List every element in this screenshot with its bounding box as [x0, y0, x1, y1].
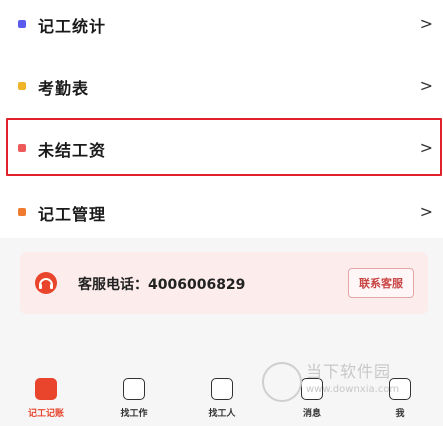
- bullet-icon: [18, 82, 26, 90]
- watermark-logo-icon: [262, 362, 302, 402]
- briefcase-icon: [123, 378, 145, 400]
- menu-item-label: 记工管理: [38, 205, 107, 224]
- menu-item-label: 记工统计: [38, 17, 107, 36]
- tab-work-ledger[interactable]: 记工记账: [16, 378, 76, 426]
- watermark: 当下软件园 www.downxia.com: [262, 358, 432, 414]
- watermark-en: www.downxia.com: [306, 384, 400, 395]
- tab-find-job[interactable]: 找工作: [104, 378, 164, 426]
- selection-highlight: [6, 118, 442, 176]
- watermark-cn: 当下软件园: [306, 362, 392, 381]
- contact-service-button[interactable]: 联系客服: [348, 268, 414, 298]
- ledger-icon: [35, 378, 57, 400]
- menu-item-work-stats[interactable]: 记工统计 >: [0, 0, 443, 52]
- chevron-right-icon: >: [419, 14, 433, 33]
- bullet-icon: [18, 20, 26, 28]
- menu-item-label: 考勤表: [38, 79, 90, 98]
- tab-label: 找工作: [120, 409, 148, 419]
- bullet-icon: [18, 208, 26, 216]
- chevron-right-icon: >: [419, 76, 433, 95]
- menu-item-work-management[interactable]: 记工管理 >: [0, 184, 443, 240]
- tab-find-worker[interactable]: 找工人: [192, 378, 252, 426]
- tab-label: 找工人: [208, 409, 236, 419]
- menu-item-attendance[interactable]: 考勤表 >: [0, 58, 443, 114]
- service-phone-text: 客服电话：4006006829: [78, 277, 246, 293]
- chevron-right-icon: >: [419, 202, 433, 221]
- customer-service-card: 客服电话：4006006829 联系客服: [20, 252, 428, 314]
- headset-icon: [35, 272, 57, 294]
- tab-label: 记工记账: [27, 409, 64, 419]
- worker-icon: [211, 378, 233, 400]
